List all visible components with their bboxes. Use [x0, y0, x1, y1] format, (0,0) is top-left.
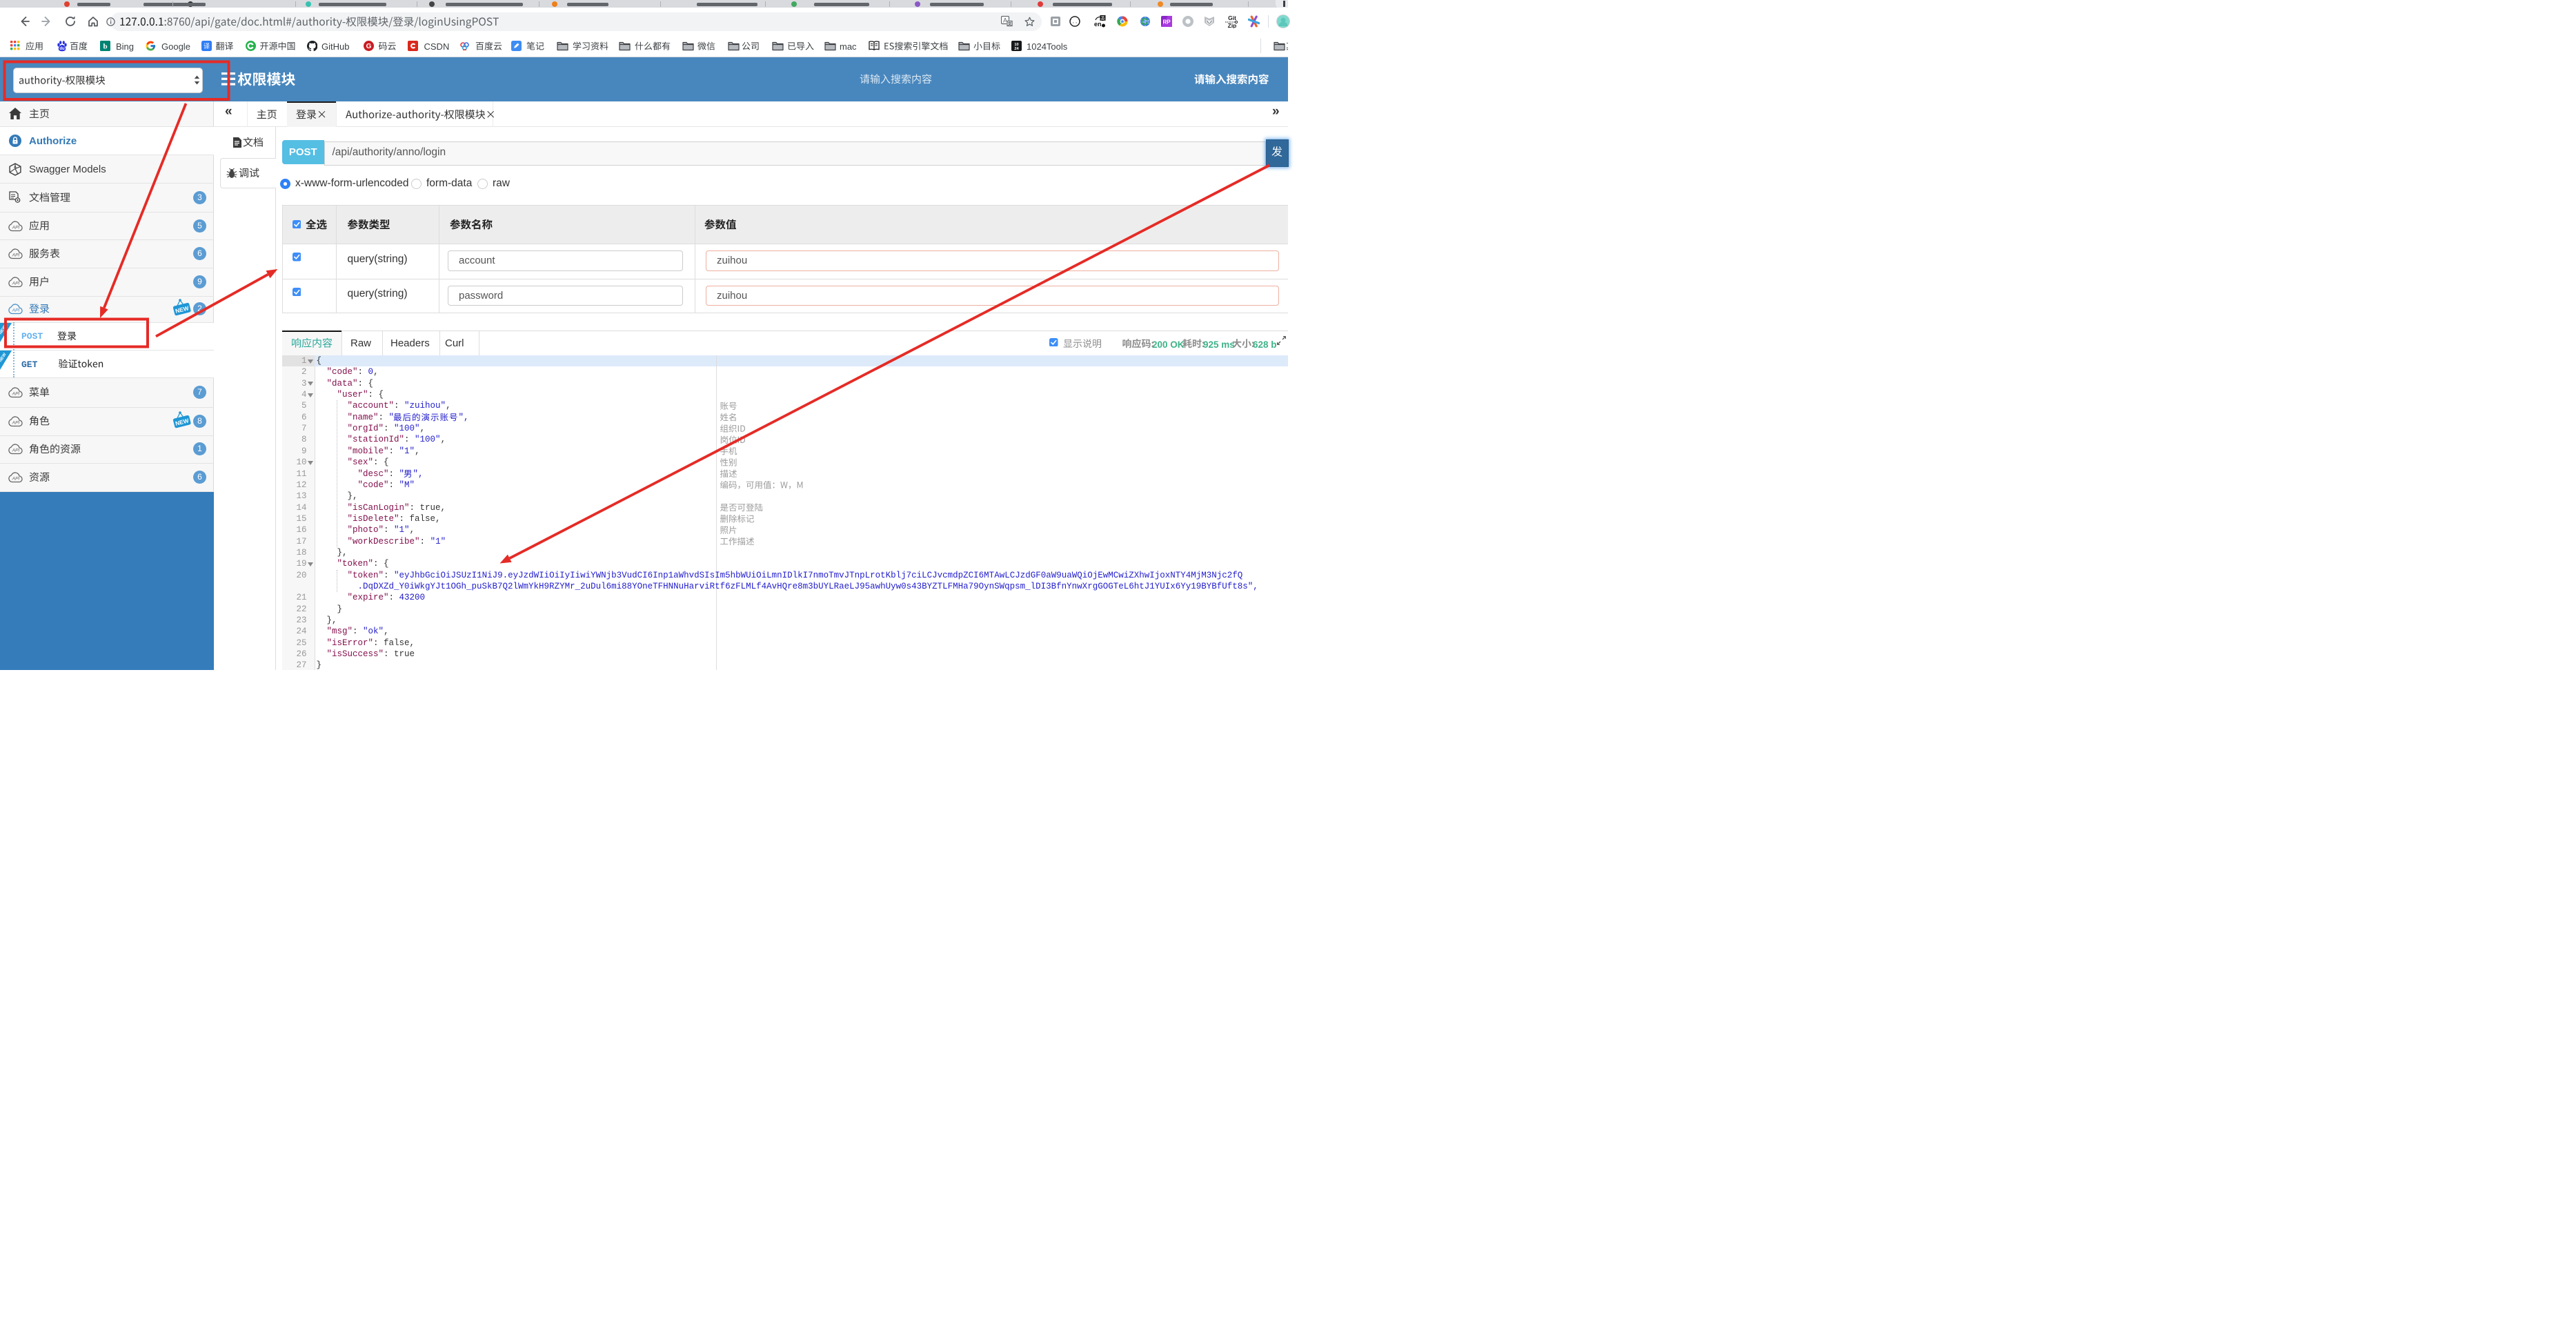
svg-text:24: 24	[1014, 47, 1019, 51]
svg-text:API: API	[11, 308, 19, 313]
svg-text:en: en	[1094, 21, 1102, 28]
svg-text:b: b	[103, 43, 107, 51]
svg-text:API: API	[11, 477, 19, 482]
svg-text:API: API	[11, 253, 19, 258]
svg-text:G: G	[366, 43, 372, 50]
svg-text:API: API	[11, 449, 19, 453]
svg-text:API: API	[11, 391, 19, 396]
svg-text:API: API	[11, 225, 19, 230]
svg-text:A: A	[14, 165, 17, 169]
svg-text:API: API	[11, 420, 19, 425]
svg-text:du: du	[59, 47, 65, 51]
svg-text:译: 译	[204, 43, 210, 50]
svg-text:英: 英	[1100, 15, 1105, 21]
svg-text:API: API	[11, 281, 19, 286]
svg-text:10: 10	[1014, 43, 1018, 47]
svg-text:{..}: {..}	[1069, 20, 1080, 26]
svg-text:RP: RP	[1162, 19, 1171, 26]
svg-text:Git: Git	[1228, 14, 1236, 21]
